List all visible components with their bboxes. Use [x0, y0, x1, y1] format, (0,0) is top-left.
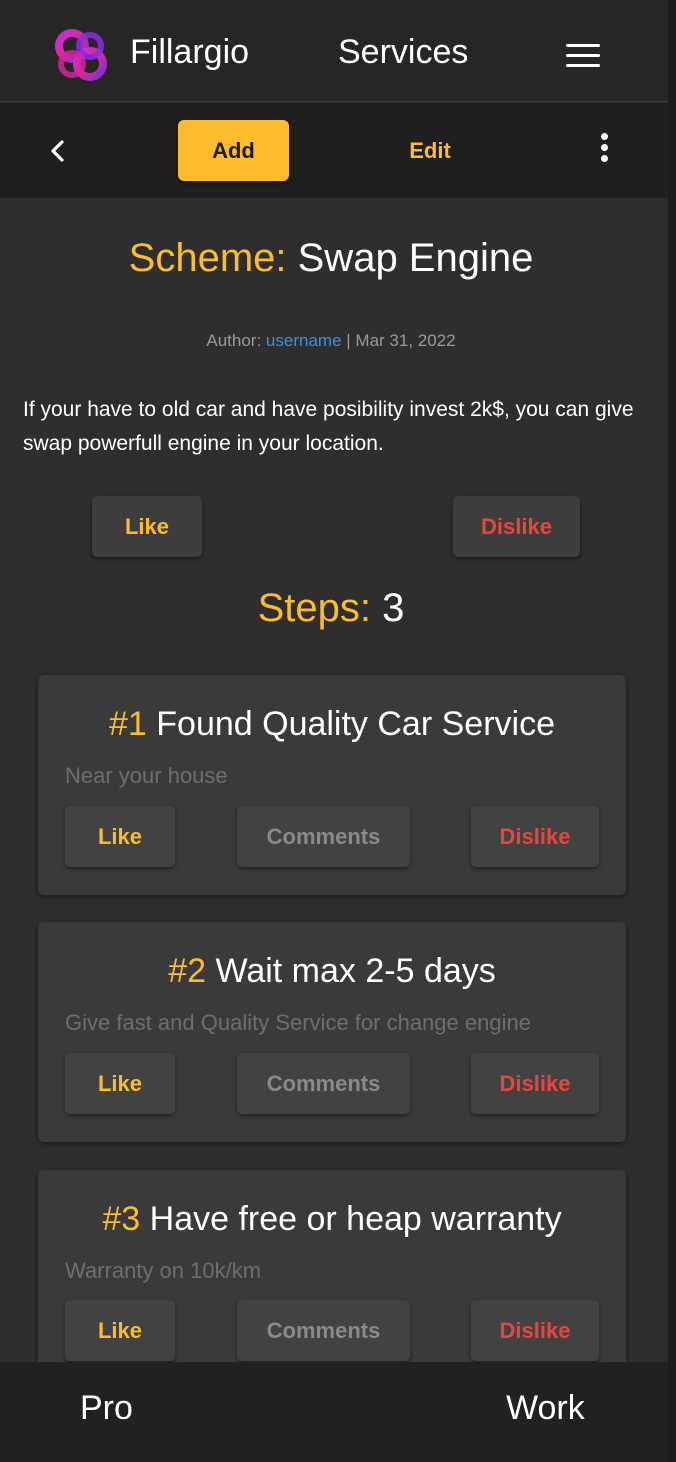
step-number: #3: [102, 1200, 141, 1238]
author-label: Author:: [206, 331, 262, 350]
step-like-button[interactable]: Like: [65, 806, 175, 867]
scheme-meta: Author: username | Mar 31, 2022: [0, 331, 662, 351]
step-title-text: Found Quality Car Service: [156, 705, 555, 743]
scheme-date: Mar 31, 2022: [355, 331, 456, 350]
scheme-prefix: Scheme:: [128, 236, 287, 280]
step-subtitle: Near your house: [65, 763, 228, 788]
step-card: #2 Wait max 2-5 days Give fast and Quali…: [38, 922, 626, 1142]
step-dislike-button[interactable]: Dislike: [471, 806, 599, 867]
step-like-button[interactable]: Like: [65, 1300, 175, 1361]
add-button[interactable]: Add: [178, 120, 289, 181]
footer-work-link[interactable]: Work: [506, 1389, 585, 1428]
footer-pro-link[interactable]: Pro: [80, 1389, 133, 1428]
nav-services-link[interactable]: Services: [338, 33, 468, 72]
logo-icon[interactable]: [50, 24, 112, 86]
step-dislike-button[interactable]: Dislike: [471, 1053, 599, 1114]
hamburger-menu-icon[interactable]: [566, 44, 600, 68]
bottom-bar: Pro Work: [0, 1362, 668, 1462]
step-title: #3 Have free or heap warranty: [38, 1200, 626, 1239]
edit-button[interactable]: Edit: [390, 120, 470, 181]
scheme-like-button[interactable]: Like: [92, 496, 202, 557]
steps-count: 3: [382, 586, 405, 630]
top-navbar: Fillargio Services: [0, 0, 668, 102]
step-title-text: Wait max 2-5 days: [215, 952, 496, 990]
more-vertical-icon[interactable]: [592, 133, 616, 169]
step-title: #1 Found Quality Car Service: [38, 705, 626, 744]
toolbar: Add Edit: [0, 103, 668, 198]
step-dislike-button[interactable]: Dislike: [471, 1300, 599, 1361]
step-number: #2: [168, 952, 207, 990]
chevron-left-icon[interactable]: [44, 137, 72, 165]
steps-heading: Steps: 3: [0, 586, 662, 631]
step-card: #1 Found Quality Car Service Near your h…: [38, 675, 626, 895]
step-title-text: Have free or heap warranty: [149, 1200, 562, 1238]
step-subtitle: Warranty on 10k/km: [65, 1258, 262, 1283]
step-comments-button[interactable]: Comments: [237, 806, 410, 867]
brand-name[interactable]: Fillargio: [130, 33, 249, 72]
scheme-title: Scheme: Swap Engine: [0, 236, 662, 281]
author-link[interactable]: username: [266, 331, 342, 350]
steps-prefix: Steps:: [257, 586, 372, 630]
meta-separator: |: [346, 331, 351, 350]
step-like-button[interactable]: Like: [65, 1053, 175, 1114]
scheme-description: If your have to old car and have posibil…: [23, 398, 634, 455]
step-comments-button[interactable]: Comments: [237, 1053, 410, 1114]
scheme-dislike-button[interactable]: Dislike: [453, 496, 580, 557]
window-edge: [668, 0, 676, 1462]
scheme-name: Swap Engine: [297, 236, 534, 280]
step-comments-button[interactable]: Comments: [237, 1300, 410, 1361]
step-subtitle: Give fast and Quality Service for change…: [65, 1010, 531, 1035]
step-title: #2 Wait max 2-5 days: [38, 952, 626, 991]
step-number: #1: [108, 705, 147, 743]
step-card: #3 Have free or heap warranty Warranty o…: [38, 1170, 626, 1390]
